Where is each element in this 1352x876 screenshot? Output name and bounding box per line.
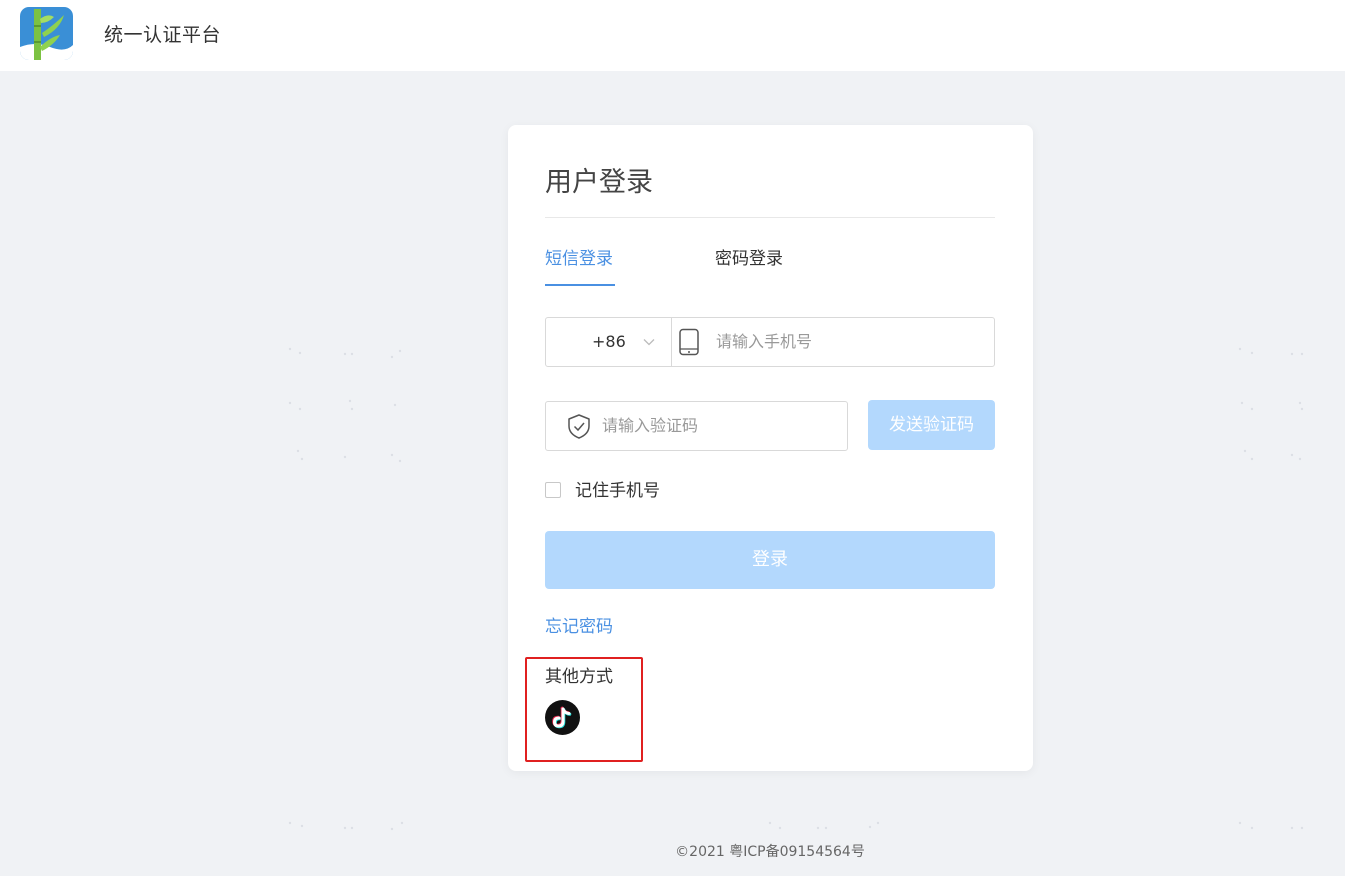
login-card: 用户登录 短信登录 密码登录 +86 请输入手机号 请输入验证码 发送验证码 记… <box>508 125 1033 771</box>
site-title: 统一认证平台 <box>104 24 222 46</box>
send-code-button[interactable]: 发送验证码 <box>868 400 995 450</box>
tab-sms-login[interactable]: 短信登录 <box>545 247 613 271</box>
top-bar: 统一认证平台 <box>0 0 1352 71</box>
footer-copyright: ©2021 粤ICP备09154564号 <box>675 844 865 860</box>
page: 统一认证平台 用户登录 短信登录 密码登录 +86 请输入手机号 请输入验证码 … <box>0 0 1352 876</box>
card-divider <box>545 217 995 218</box>
remember-phone-label[interactable]: 记住手机号 <box>575 480 660 502</box>
tab-password-login[interactable]: 密码登录 <box>715 247 783 271</box>
card-title: 用户登录 <box>545 167 653 198</box>
scrollbar-track[interactable] <box>1345 0 1352 876</box>
shield-check-icon <box>568 414 590 439</box>
country-code-value: +86 <box>592 332 626 351</box>
bamboo-logo-icon[interactable] <box>20 7 73 60</box>
verification-code-input[interactable] <box>602 402 837 448</box>
chevron-down-icon <box>643 339 655 346</box>
remember-phone-checkbox[interactable] <box>545 482 561 498</box>
forgot-password-link[interactable]: 忘记密码 <box>545 616 613 638</box>
tiktok-icon[interactable] <box>545 700 580 735</box>
other-methods-label: 其他方式 <box>545 667 613 687</box>
country-code-select[interactable]: +86 <box>546 318 672 366</box>
phone-input-group: +86 <box>545 317 995 367</box>
mobile-phone-icon <box>679 328 699 356</box>
phone-number-input[interactable] <box>716 318 986 364</box>
login-button[interactable]: 登录 <box>545 531 995 589</box>
verification-code-group <box>545 401 848 451</box>
active-tab-indicator <box>545 284 615 286</box>
